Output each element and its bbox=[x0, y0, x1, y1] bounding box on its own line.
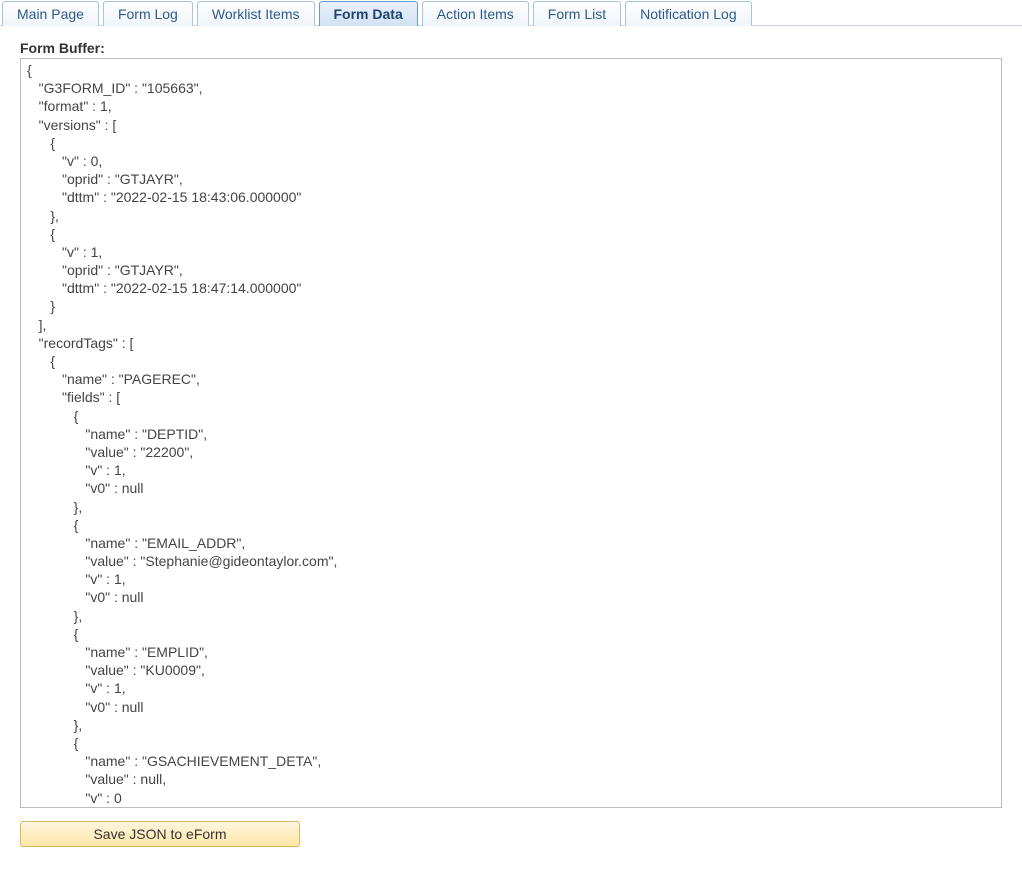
save-json-button[interactable]: Save JSON to eForm bbox=[20, 821, 300, 847]
tab-form-log[interactable]: Form Log bbox=[103, 1, 193, 26]
form-buffer-textarea[interactable] bbox=[20, 58, 1002, 808]
tab-notification-log[interactable]: Notification Log bbox=[625, 1, 752, 26]
tab-bar: Main PageForm LogWorklist ItemsForm Data… bbox=[0, 0, 1022, 26]
tab-form-data[interactable]: Form Data bbox=[319, 1, 418, 26]
tab-action-items[interactable]: Action Items bbox=[422, 1, 529, 26]
form-buffer-label: Form Buffer: bbox=[20, 40, 1002, 56]
tab-main-page[interactable]: Main Page bbox=[2, 1, 99, 26]
tab-form-list[interactable]: Form List bbox=[533, 1, 621, 26]
tab-worklist-items[interactable]: Worklist Items bbox=[197, 1, 315, 26]
